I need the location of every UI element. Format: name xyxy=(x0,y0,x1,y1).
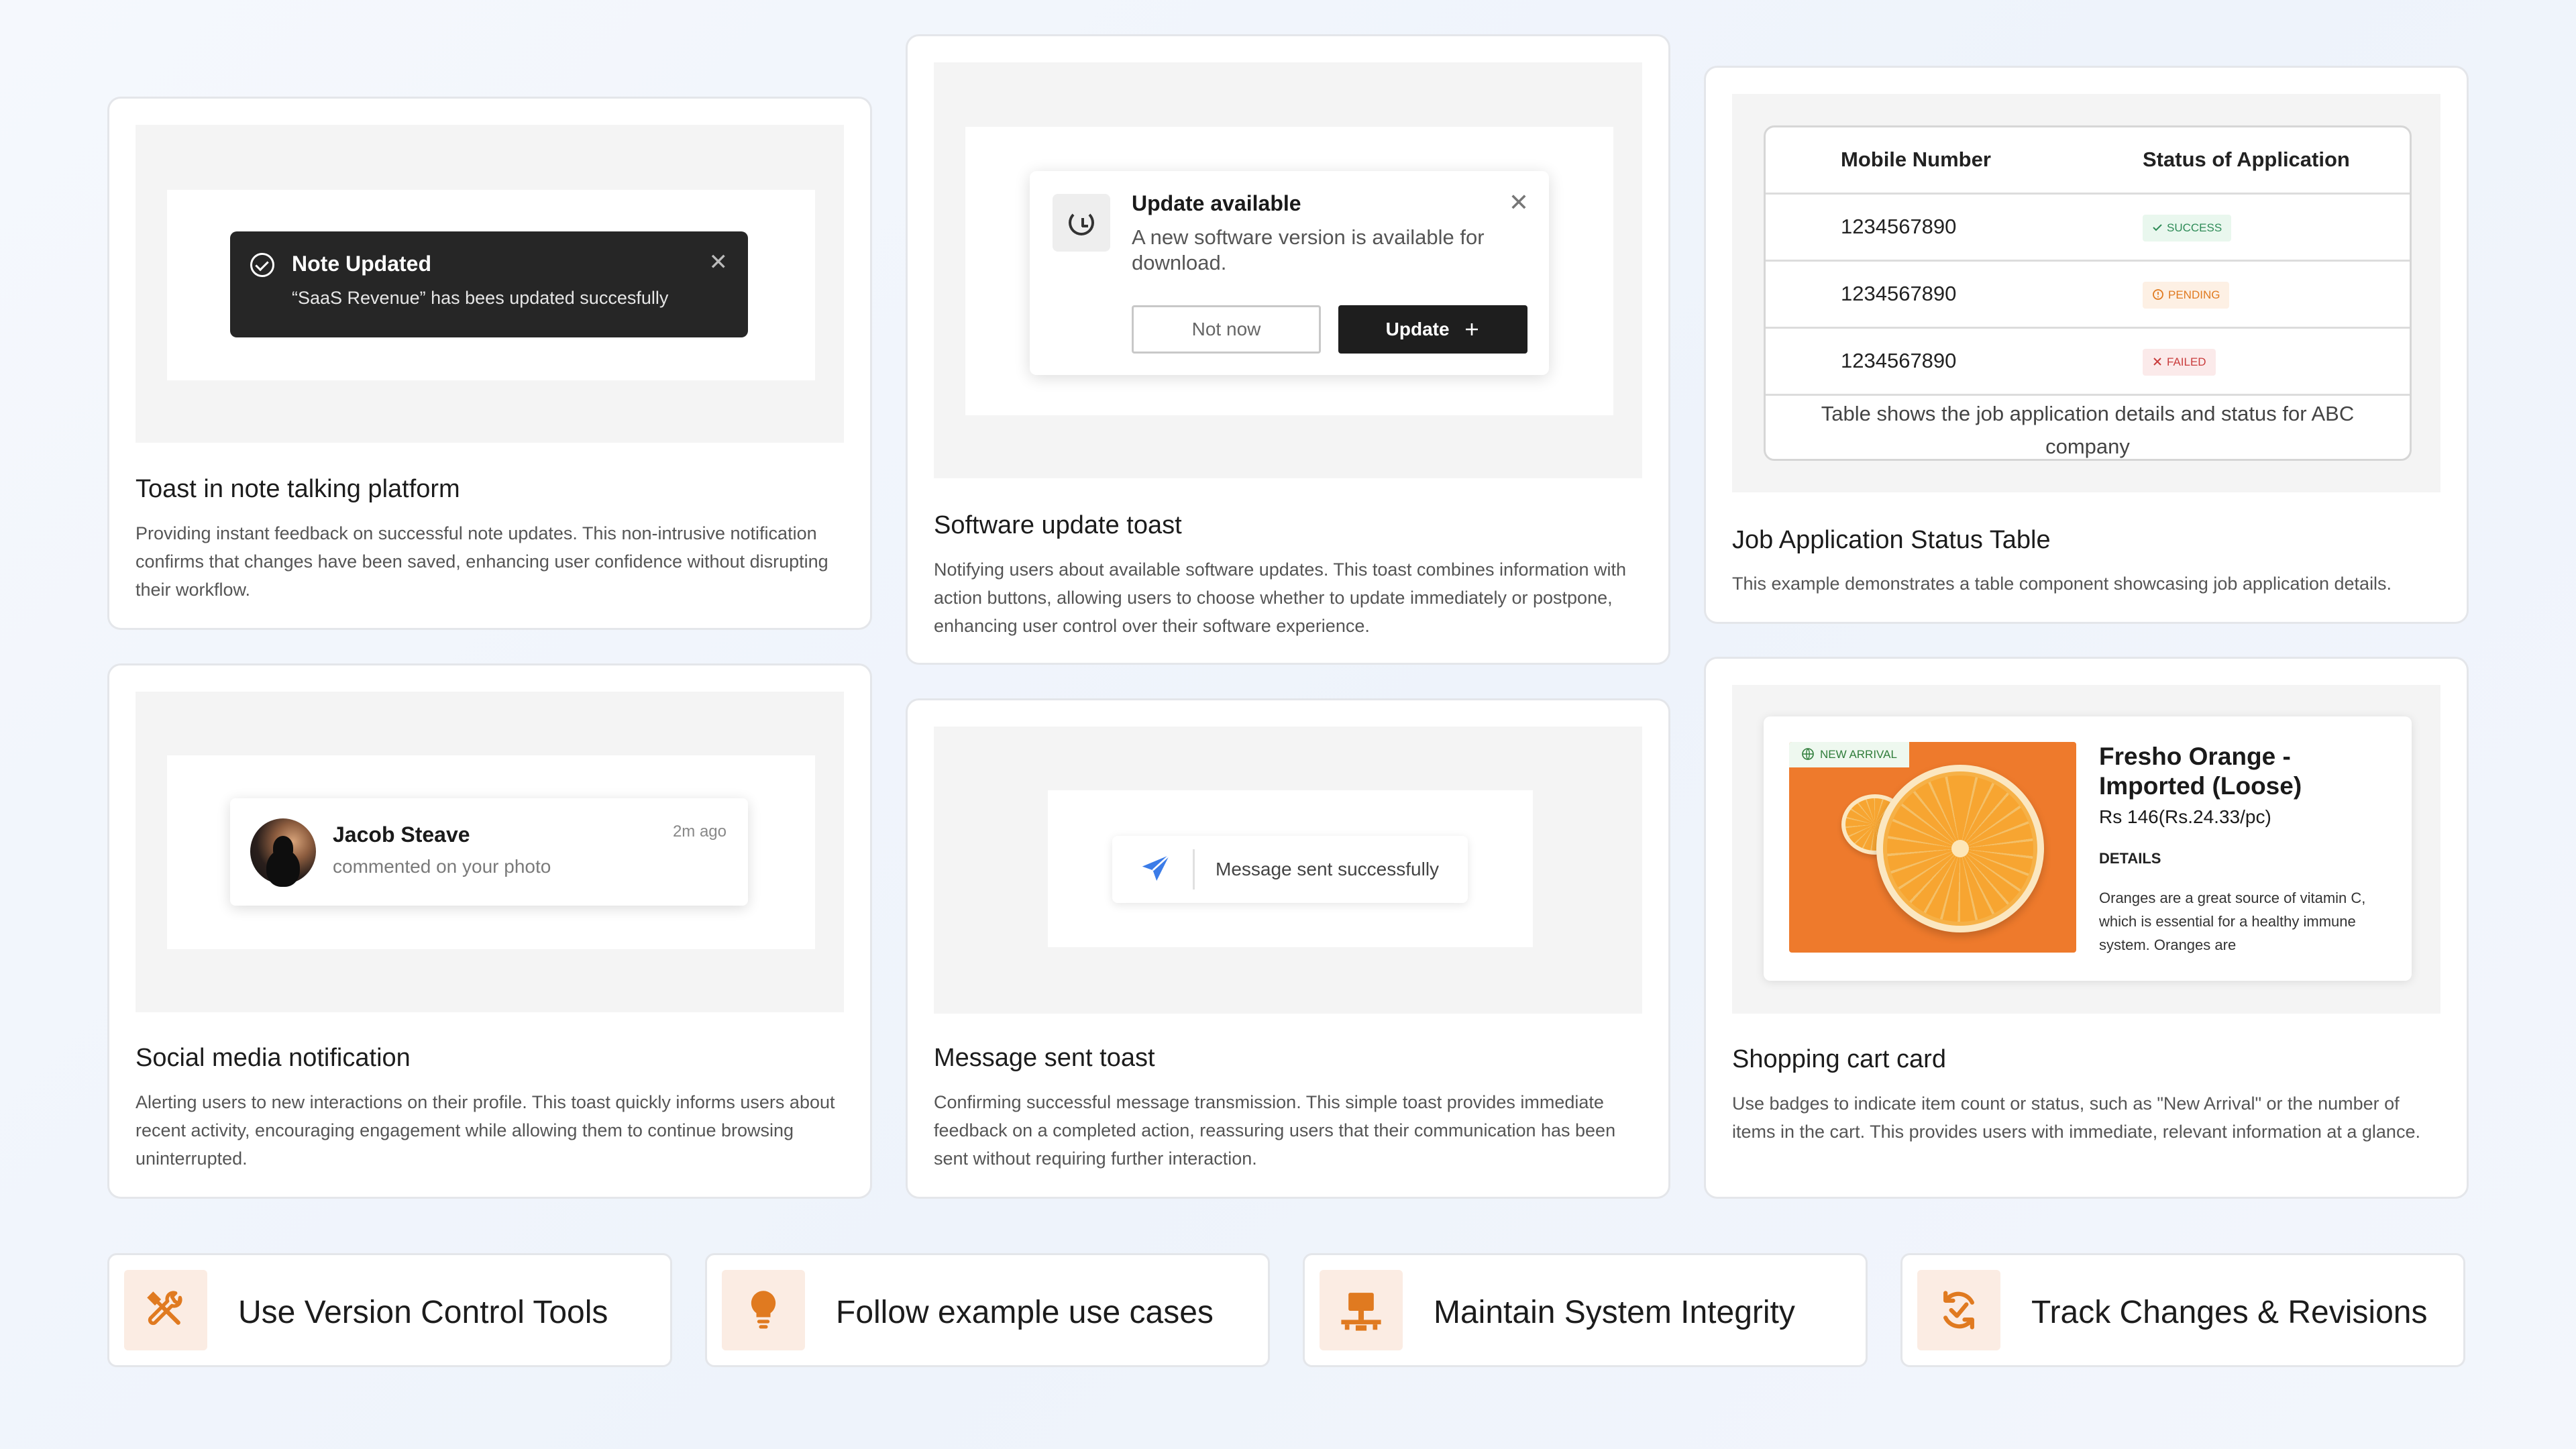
product-description: Oranges are a great source of vitamin C,… xyxy=(2099,890,2366,953)
tools-icon xyxy=(147,1291,182,1326)
status-badge-failed: FAILED xyxy=(2143,349,2216,376)
tile-track-changes[interactable]: Track Changes & Revisions xyxy=(1900,1253,2465,1367)
card-title: Social media notification xyxy=(136,1044,411,1072)
table-caption: Table shows the job application details … xyxy=(1821,402,2355,458)
product-card[interactable]: NEW ARRIVAL Fresho Orange - Imported (Lo… xyxy=(1764,716,2412,981)
card-title: Software update toast xyxy=(934,511,1182,539)
card-job-table: Mobile Number Status of Application 1234… xyxy=(1704,66,2469,624)
clock-icon xyxy=(2153,289,2163,300)
card-shopping-cart: NEW ARRIVAL Fresho Orange - Imported (Lo… xyxy=(1704,657,2469,1199)
check-circle-icon xyxy=(250,253,274,277)
product-name: Fresho Orange - Imported (Loose) xyxy=(2099,743,2302,800)
check-icon xyxy=(2153,224,2162,231)
card-description: Notifying users about available software… xyxy=(934,559,1627,636)
refresh-check-icon xyxy=(1943,1291,1974,1330)
mobile-number: 1234567890 xyxy=(1841,349,1957,372)
not-now-button[interactable]: Not now xyxy=(1132,305,1321,354)
card-title: Toast in note talking platform xyxy=(136,475,460,503)
message-toast[interactable]: Message sent successfully xyxy=(1112,836,1468,903)
toast-text: Message sent successfully xyxy=(1216,859,1440,879)
preview-area: Message sent successfully xyxy=(934,727,1642,1014)
timestamp: 2m ago xyxy=(672,822,727,841)
update-button-label: Update xyxy=(1385,319,1450,339)
tile-label: Maintain System Integrity xyxy=(1434,1295,1795,1330)
column-header: Mobile Number xyxy=(1841,148,1991,171)
status-text: FAILED xyxy=(2167,356,2206,368)
tile-version-control[interactable]: Use Version Control Tools xyxy=(107,1253,672,1367)
note-updated-toast[interactable]: Note Updated “SaaS Revenue” has bees upd… xyxy=(230,231,748,337)
preview-canvas: Jacob Steave commented on your photo 2m … xyxy=(167,755,815,949)
close-icon[interactable]: ✕ xyxy=(709,249,729,276)
tile-label: Track Changes & Revisions xyxy=(2031,1295,2428,1330)
preview-canvas: Update available A new software version … xyxy=(965,127,1613,415)
close-icon[interactable]: ✕ xyxy=(1509,189,1529,217)
status-badge-pending: PENDING xyxy=(2143,282,2230,309)
toast-body: A new software version is available for … xyxy=(1132,225,1485,274)
tile-icon-box xyxy=(722,1270,805,1350)
status-badge-success: SUCCESS xyxy=(2143,215,2232,241)
card-title: Shopping cart card xyxy=(1732,1045,1946,1073)
toast-body: “SaaS Revenue” has bees updated succesfu… xyxy=(292,288,669,308)
table-row: 1234567890 PENDING xyxy=(1766,262,2410,329)
preview-area: Mobile Number Status of Application 1234… xyxy=(1732,94,2440,492)
mobile-number: 1234567890 xyxy=(1841,215,1957,238)
update-icon xyxy=(1069,210,1094,235)
badge-text: NEW ARRIVAL xyxy=(1820,748,1897,761)
tile-example-use-cases[interactable]: Follow example use cases xyxy=(705,1253,1270,1367)
card-message-sent: Message sent successfully Message sent t… xyxy=(906,698,1670,1199)
preview-canvas: Message sent successfully xyxy=(1048,790,1533,947)
tile-icon-box xyxy=(124,1270,207,1350)
preview-area: Jacob Steave commented on your photo 2m … xyxy=(136,692,844,1012)
tile-label: Follow example use cases xyxy=(836,1295,1214,1330)
toast-title: Update available xyxy=(1132,191,1301,215)
card-description: Confirming successful message transmissi… xyxy=(934,1092,1616,1169)
card-description: Providing instant feedback on successful… xyxy=(136,523,828,600)
card-description: This example demonstrates a table compon… xyxy=(1732,574,2392,594)
table-row: 1234567890 FAILED xyxy=(1766,329,2410,396)
globe-icon xyxy=(1802,748,1814,760)
table-header-row: Mobile Number Status of Application xyxy=(1766,127,2410,195)
preview-canvas: Note Updated “SaaS Revenue” has bees upd… xyxy=(167,190,815,380)
mobile-number: 1234567890 xyxy=(1841,282,1957,305)
preview-area: Note Updated “SaaS Revenue” has bees upd… xyxy=(136,125,844,443)
product-image: NEW ARRIVAL xyxy=(1789,742,2076,953)
toast-title: Note Updated xyxy=(292,252,431,276)
update-button[interactable]: Update xyxy=(1338,305,1527,354)
update-icon-box xyxy=(1053,194,1110,252)
job-status-table: Mobile Number Status of Application 1234… xyxy=(1764,125,2412,461)
avatar xyxy=(250,818,316,884)
x-icon xyxy=(2153,358,2161,366)
card-description: Alerting users to new interactions on th… xyxy=(136,1092,835,1169)
product-price: Rs 146(Rs.24.33/pc) xyxy=(2099,806,2271,827)
tile-label: Use Version Control Tools xyxy=(238,1295,608,1330)
new-arrival-badge: NEW ARRIVAL xyxy=(1789,742,1909,767)
preview-area: NEW ARRIVAL Fresho Orange - Imported (Lo… xyxy=(1732,685,2440,1014)
details-label: DETAILS xyxy=(2099,850,2161,867)
card-social-notification: Jacob Steave commented on your photo 2m … xyxy=(107,663,872,1199)
social-toast[interactable]: Jacob Steave commented on your photo 2m … xyxy=(230,798,748,906)
divider xyxy=(1193,849,1195,890)
plus-icon xyxy=(1466,323,1479,335)
card-software-update: Update available A new software version … xyxy=(906,34,1670,665)
card-description: Use badges to indicate item count or sta… xyxy=(1732,1093,2420,1142)
tile-system-integrity[interactable]: Maintain System Integrity xyxy=(1303,1253,1868,1367)
activity-text: commented on your photo xyxy=(333,856,551,877)
preview-area: Update available A new software version … xyxy=(934,62,1642,478)
card-title: Message sent toast xyxy=(934,1044,1155,1072)
user-name: Jacob Steave xyxy=(333,822,470,847)
table-row: 1234567890 SUCCESS xyxy=(1766,195,2410,262)
lightbulb-icon xyxy=(751,1291,776,1329)
tile-icon-box xyxy=(1320,1270,1403,1350)
orange-slice-image xyxy=(1876,765,2044,932)
send-icon xyxy=(1142,854,1171,881)
card-note-toast: Note Updated “SaaS Revenue” has bees upd… xyxy=(107,97,872,630)
card-title: Job Application Status Table xyxy=(1732,526,2051,554)
status-text: SUCCESS xyxy=(2167,221,2222,234)
network-icon xyxy=(1341,1293,1381,1331)
update-toast[interactable]: Update available A new software version … xyxy=(1030,171,1549,375)
column-header: Status of Application xyxy=(2143,148,2350,171)
status-text: PENDING xyxy=(2168,288,2220,301)
tile-icon-box xyxy=(1917,1270,2000,1350)
